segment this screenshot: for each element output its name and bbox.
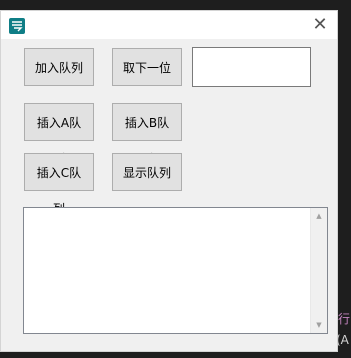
number-field[interactable] (192, 47, 311, 87)
show-queue-button[interactable]: 显示队列 (112, 153, 182, 191)
title-bar[interactable]: ✕ (1, 11, 337, 39)
insert-c-button[interactable]: 插入C队列 (24, 153, 94, 216)
queue-dialog-window: ✕ 加入队列 取下一位 插入A队列 插入B队列 插入C队列 显示队列 ▲ ▼ (0, 10, 338, 352)
close-icon[interactable]: ✕ (307, 13, 333, 37)
queue-output-textarea[interactable]: ▲ ▼ (23, 207, 328, 334)
scroll-up-icon[interactable]: ▲ (311, 209, 327, 223)
insert-a-button[interactable]: 插入A队列 (24, 103, 94, 166)
insert-b-button[interactable]: 插入B队列 (112, 103, 182, 166)
scroll-down-icon[interactable]: ▼ (311, 318, 327, 332)
dequeue-button[interactable]: 取下一位 (112, 48, 182, 86)
vertical-scrollbar[interactable]: ▲ ▼ (310, 208, 327, 333)
app-logo-icon (9, 18, 25, 34)
enqueue-button[interactable]: 加入队列 (24, 48, 94, 86)
